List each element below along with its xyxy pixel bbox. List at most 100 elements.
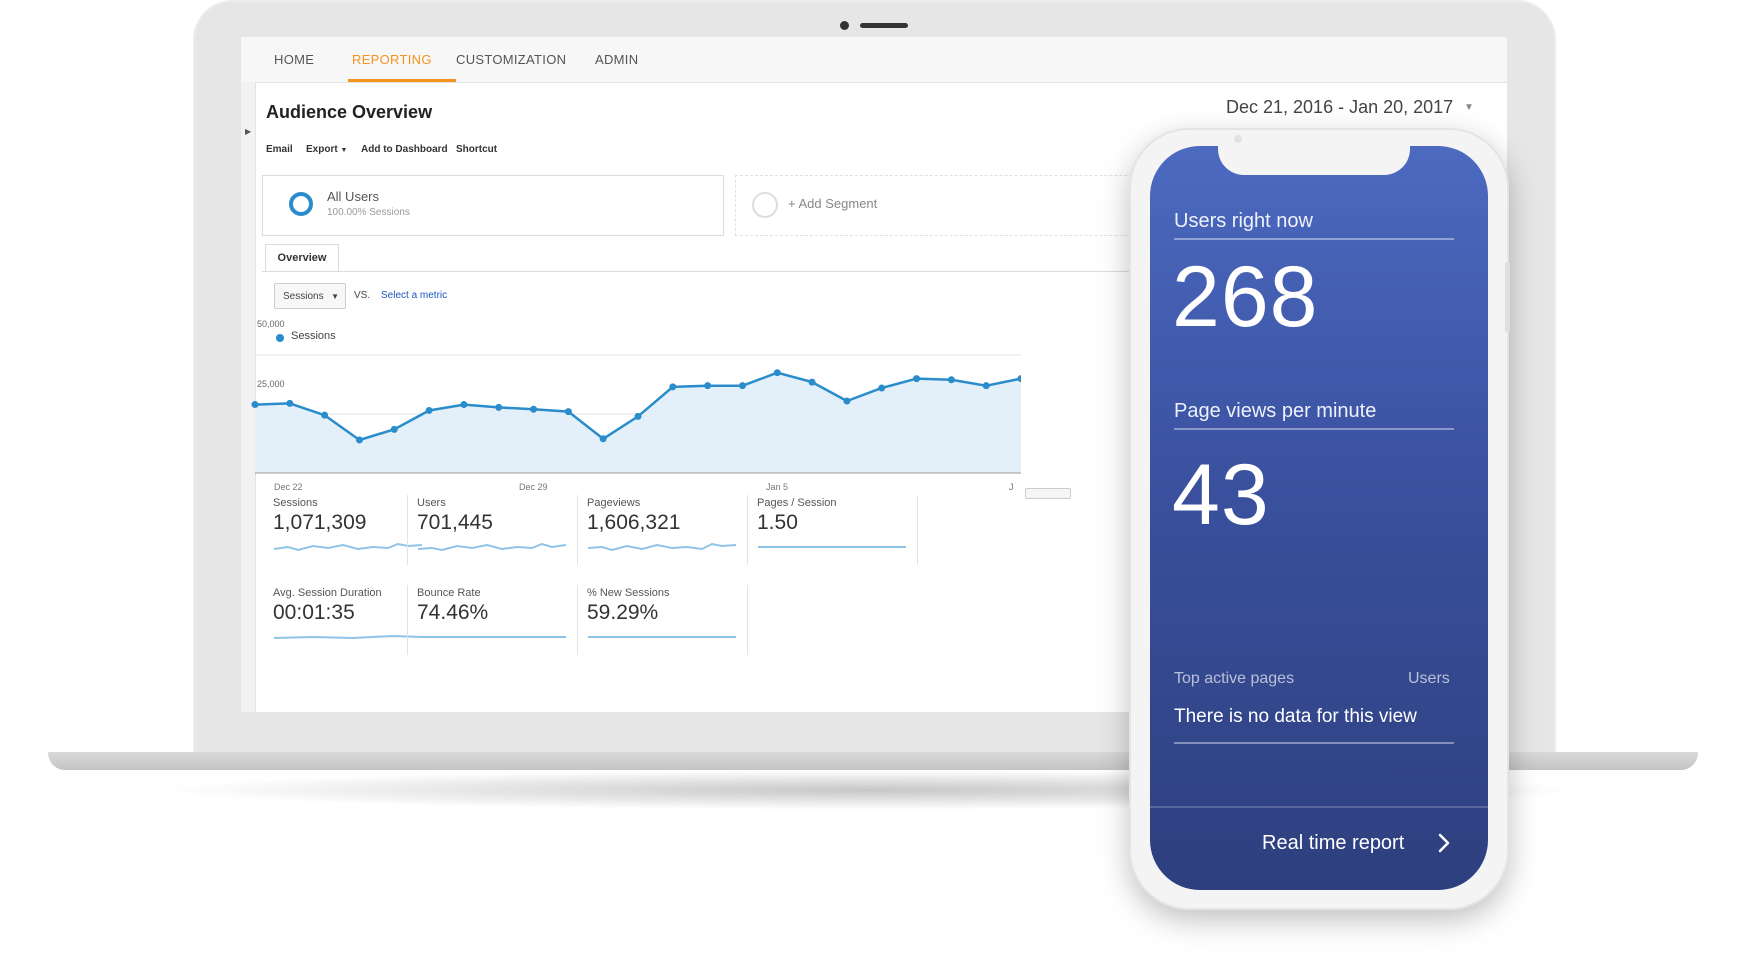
divider [1174,742,1454,744]
export-button[interactable]: Export ▼ [306,144,347,155]
sessions-point[interactable] [495,403,503,411]
camera-icon [840,21,849,30]
metric-divider [577,495,578,565]
metric-divider [747,495,748,565]
top-navigation: HOME REPORTING CUSTOMIZATION ADMIN [241,37,1507,83]
add-to-dashboard-button[interactable]: Add to Dashboard [361,144,448,155]
sessions-point[interactable] [808,378,816,386]
sessions-point[interactable] [738,382,746,390]
nav-reporting[interactable]: REPORTING [352,52,432,67]
metric-label: Pages / Session [757,497,837,509]
caret-right-icon: ▶ [245,127,252,136]
users-right-now-value: 268 [1172,249,1319,345]
sessions-point[interactable] [773,369,781,377]
sessions-point[interactable] [530,405,538,413]
chevron-down-icon[interactable]: ▼ [1464,102,1474,113]
phone-notch [1218,146,1410,175]
no-data-message: There is no data for this view [1174,706,1417,727]
users-right-now-label: Users right now [1174,210,1313,232]
metric-select[interactable]: Sessions ▼ [274,283,346,309]
metric-value: 59.29% [587,601,659,624]
sessions-point[interactable] [599,435,607,443]
phone-side-button [1505,262,1510,332]
sessions-point[interactable] [947,376,955,384]
metric-divider [917,495,918,565]
sparkline [418,636,566,638]
sessions-point[interactable] [564,408,572,416]
email-button[interactable]: Email [266,144,293,155]
top-active-pages-label: Top active pages [1174,670,1295,687]
divider [1174,428,1454,430]
metric-label: Sessions [273,497,318,509]
footer-divider [1150,806,1488,808]
sessions-point[interactable] [460,401,468,409]
sparkline [758,546,906,548]
x-tick-label: J [1009,482,1014,492]
metric-label: Avg. Session Duration [273,587,382,599]
phone-screen: Users right now 268 Page views per minut… [1150,146,1488,890]
metric-value: 00:01:35 [273,601,355,624]
metric-value: 74.46% [417,601,489,624]
sessions-point[interactable] [982,382,990,390]
sessions-point[interactable] [878,384,886,392]
add-segment-ring-icon [752,192,778,218]
metric-label: Bounce Rate [417,587,481,599]
sessions-point[interactable] [913,375,921,383]
legend-sessions-marker [276,334,284,342]
metric-label: Pageviews [587,497,641,509]
x-tick-label: Dec 22 [274,482,303,492]
sessions-point[interactable] [251,401,259,409]
divider [1174,238,1454,240]
users-column-label: Users [1408,670,1450,687]
metric-value: 1.50 [757,511,798,534]
sessions-point[interactable] [321,411,329,419]
chevron-right-icon[interactable] [1436,831,1452,855]
metric-divider [407,495,408,565]
front-camera-icon [1234,135,1242,143]
sessions-area [255,372,1021,473]
pageviews-per-minute-value: 43 [1172,447,1270,543]
metric-select-value: Sessions [283,291,324,302]
sessions-chart [251,354,1021,474]
segment-subtitle: 100.00% Sessions [327,207,410,218]
sparkline [273,542,423,552]
date-range-picker[interactable]: Dec 21, 2016 - Jan 20, 2017 [1226,97,1453,118]
legend-sessions-label: Sessions [291,330,336,342]
select-metric-link[interactable]: Select a metric [381,290,447,301]
real-time-report-link[interactable]: Real time report [1262,832,1404,855]
sessions-point[interactable] [355,436,363,444]
export-label: Export [306,144,338,155]
chart-resize-handle[interactable] [1025,488,1071,499]
tab-overview[interactable]: Overview [265,244,339,272]
sessions-point[interactable] [669,383,677,391]
add-segment-label: + Add Segment [788,196,878,211]
speaker-grille [860,23,908,28]
sparkline [273,634,423,640]
y-tick-label: 25,000 [257,379,285,389]
nav-admin[interactable]: ADMIN [595,52,638,67]
page-title: Audience Overview [266,102,433,122]
metric-label: % New Sessions [587,587,670,599]
sessions-point[interactable] [634,412,642,420]
vs-label: VS. [354,290,371,301]
sessions-point[interactable] [425,406,433,414]
nav-customization[interactable]: CUSTOMIZATION [456,52,566,67]
metric-value: 701,445 [417,511,493,534]
pageviews-per-minute-label: Page views per minute [1174,400,1377,422]
sessions-point[interactable] [704,382,712,390]
sparkline [417,542,567,552]
nav-home[interactable]: HOME [274,52,314,67]
caret-down-icon: ▼ [331,292,339,301]
x-tick-label: Jan 5 [766,482,789,492]
segment-all-users[interactable]: All Users 100.00% Sessions [262,175,724,236]
metric-divider [747,585,748,655]
sessions-point[interactable] [286,399,294,407]
segment-name: All Users [327,189,380,204]
x-tick-label: Dec 29 [519,482,548,492]
shortcut-button[interactable]: Shortcut [456,144,497,155]
sessions-point[interactable] [843,397,851,405]
metric-value: 1,606,321 [587,511,681,534]
metric-divider [407,585,408,655]
sessions-point[interactable] [390,425,398,433]
metric-label: Users [417,497,446,509]
